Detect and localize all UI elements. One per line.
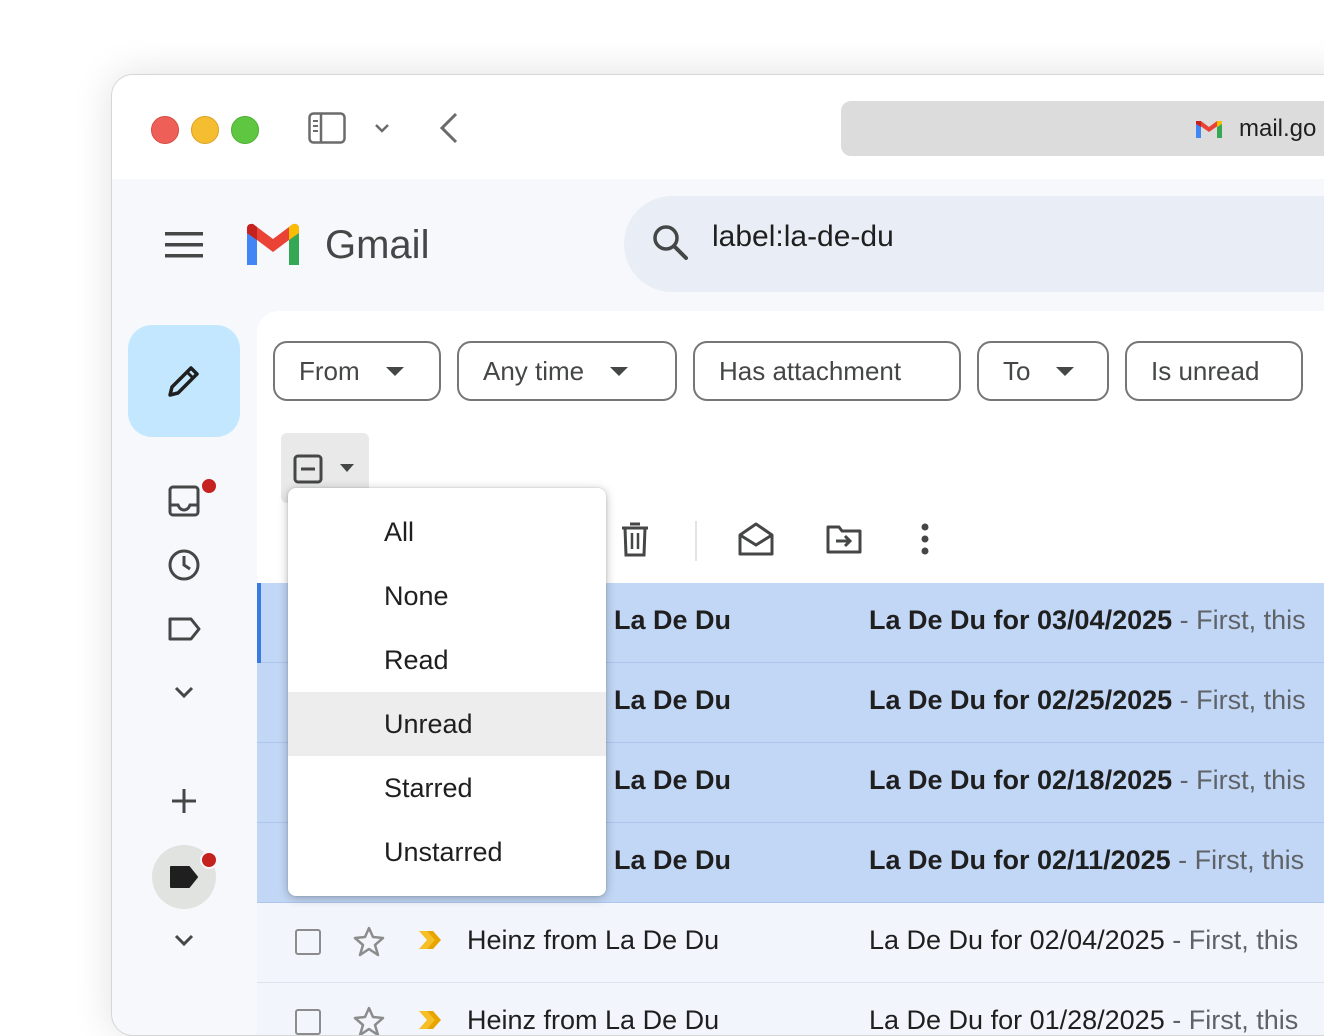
label-icon[interactable]: [164, 615, 204, 643]
compose-button[interactable]: [128, 325, 240, 437]
filter-chip-is-unread[interactable]: Is unread: [1125, 341, 1303, 401]
address-bar[interactable]: mail.go: [841, 101, 1324, 156]
star-icon[interactable]: [353, 1005, 385, 1036]
filter-chip-any-time[interactable]: Any time: [457, 341, 677, 401]
label-filled-icon: [170, 866, 198, 888]
browser-titlebar: mail.go: [112, 75, 1324, 179]
email-snippet: - First, this: [1172, 765, 1306, 795]
app-name: Gmail: [325, 223, 430, 267]
important-marker-icon[interactable]: [417, 929, 443, 951]
trash-icon[interactable]: [619, 521, 651, 559]
email-snippet: - First, this: [1172, 685, 1306, 715]
gmail-logo-icon[interactable]: [243, 221, 303, 267]
menu-item-none[interactable]: None: [288, 564, 606, 628]
caret-down-icon: [385, 366, 404, 376]
plus-icon[interactable]: [164, 785, 204, 817]
email-subject: La De Du for 02/18/2025: [869, 765, 1173, 795]
filter-chip-label: Is unread: [1151, 355, 1260, 386]
select-dropdown-menu: All None Read Unread Starred Unstarred: [288, 488, 606, 896]
filter-chip-label: To: [1003, 355, 1031, 386]
inbox-icon[interactable]: [164, 485, 204, 517]
caret-down-icon: [610, 366, 629, 376]
email-snippet: - First, this: [1164, 1005, 1299, 1035]
close-window-button[interactable]: [151, 116, 179, 144]
inbox-unread-badge: [200, 477, 218, 495]
filter-chip-label: From: [299, 355, 360, 386]
toolbar-divider: [695, 521, 697, 561]
menu-item-starred[interactable]: Starred: [288, 756, 606, 820]
search-input[interactable]: [712, 220, 1312, 254]
email-subject: La De Du for 03/04/2025: [869, 605, 1173, 635]
chevron-down-icon[interactable]: [374, 122, 390, 134]
important-marker-icon[interactable]: [417, 1009, 443, 1031]
email-sender: Heinz from La De Du: [467, 1005, 720, 1035]
email-subject-line: La De Du for 02/11/2025 - First, this: [869, 845, 1304, 876]
minimize-window-button[interactable]: [191, 116, 219, 144]
indeterminate-checkbox-icon: [293, 454, 323, 484]
email-subject-line: La De Du for 02/18/2025 - First, this: [869, 765, 1306, 796]
email-subject: La De Du for 02/11/2025: [869, 845, 1171, 875]
email-subject-line: La De Du for 01/28/2025 - First, this: [869, 1005, 1299, 1035]
caret-down-icon: [1056, 366, 1075, 376]
email-row[interactable]: Heinz from La De Du La De Du for 02/04/2…: [257, 903, 1324, 983]
email-row[interactable]: Heinz from La De Du La De Du for 01/28/2…: [257, 983, 1324, 1036]
filter-chip-label: Any time: [483, 355, 585, 386]
menu-item-read[interactable]: Read: [288, 628, 606, 692]
email-subject-line: La De Du for 02/04/2025 - First, this: [869, 925, 1298, 956]
sidebar-toggle-icon[interactable]: [308, 112, 346, 144]
move-to-icon[interactable]: [825, 523, 863, 555]
more-options-icon[interactable]: [919, 521, 931, 557]
address-text: mail.go: [1239, 115, 1317, 142]
menu-item-unstarred[interactable]: Unstarred: [288, 820, 606, 884]
back-arrow-icon[interactable]: [438, 111, 460, 145]
filter-chip-from[interactable]: From: [273, 341, 441, 401]
more-chevron-down-icon[interactable]: [164, 685, 204, 701]
menu-item-unread[interactable]: Unread: [288, 692, 606, 756]
email-snippet: - First, this: [1172, 605, 1306, 635]
main-menu-icon[interactable]: [165, 231, 203, 259]
row-checkbox[interactable]: [295, 1009, 321, 1035]
email-sender: Heinz from La De Du: [467, 925, 720, 955]
snoozed-clock-icon[interactable]: [164, 547, 204, 583]
filter-chip-label: Has attachment: [719, 355, 902, 386]
gmail-favicon-icon: [1196, 121, 1222, 138]
email-snippet: - First, this: [1170, 845, 1305, 875]
menu-item-all[interactable]: All: [288, 500, 606, 564]
focus-indicator: [257, 583, 261, 663]
star-icon[interactable]: [353, 925, 385, 957]
email-snippet: - First, this: [1164, 925, 1299, 955]
search-icon[interactable]: [650, 222, 690, 262]
filter-chip-to[interactable]: To: [977, 341, 1109, 401]
email-subject: La De Du for 02/25/2025: [869, 685, 1173, 715]
row-checkbox[interactable]: [295, 929, 321, 955]
label-unread-badge: [200, 851, 218, 869]
email-subject: La De Du for 02/04/2025: [869, 925, 1165, 955]
email-subject-line: La De Du for 02/25/2025 - First, this: [869, 685, 1306, 716]
expand-chevron-down-icon[interactable]: [164, 933, 204, 949]
email-subject: La De Du for 01/28/2025: [869, 1005, 1165, 1035]
caret-down-icon: [340, 464, 354, 472]
filter-chip-has-attachment[interactable]: Has attachment: [693, 341, 961, 401]
pencil-icon: [168, 366, 199, 397]
email-subject-line: La De Du for 03/04/2025 - First, this: [869, 605, 1306, 636]
mark-as-read-icon[interactable]: [737, 521, 775, 557]
maximize-window-button[interactable]: [231, 116, 259, 144]
search-bar[interactable]: [624, 196, 1324, 292]
